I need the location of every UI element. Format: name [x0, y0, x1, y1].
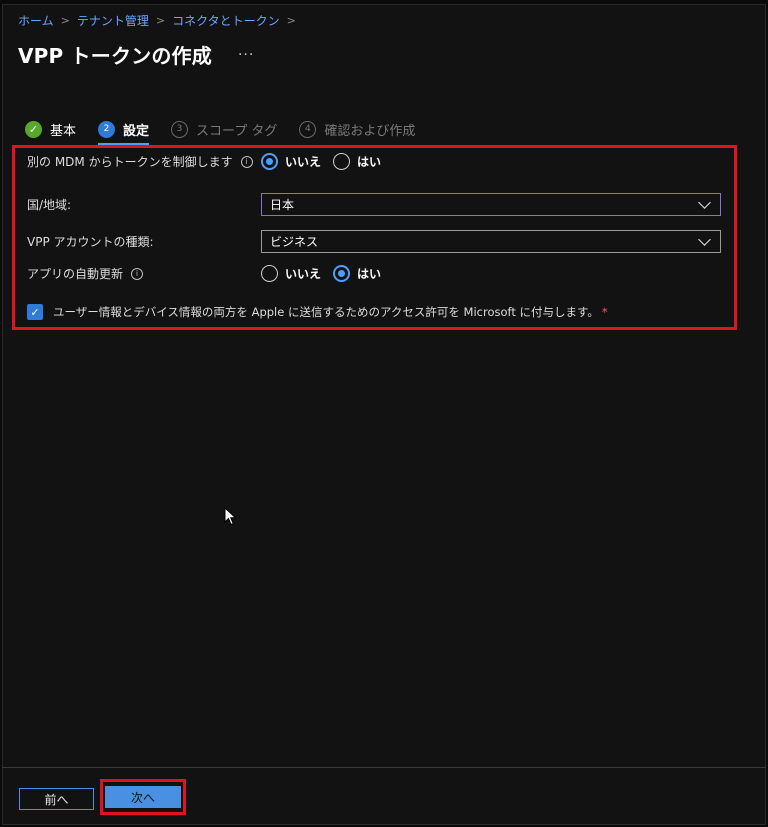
info-icon[interactable]: i	[131, 267, 144, 280]
country-dropdown[interactable]: 日本	[261, 193, 721, 216]
account-type-dropdown[interactable]: ビジネス	[261, 230, 721, 253]
account-type-row: VPP アカウントの種類: ビジネス	[27, 230, 727, 253]
country-row: 国/地域: 日本	[27, 193, 727, 216]
country-value: 日本	[270, 198, 295, 212]
breadcrumb-connectors-tokens[interactable]: コネクタとトークン	[172, 12, 280, 29]
tab-settings[interactable]: 2 設定	[98, 116, 150, 145]
tab-review-create[interactable]: 4 確認および作成	[299, 116, 415, 142]
tab-basics[interactable]: ✓ 基本	[25, 116, 76, 142]
mdm-control-no-radio[interactable]: いいえ	[261, 153, 321, 170]
step-number-icon: 4	[299, 120, 317, 138]
chevron-down-icon	[698, 232, 711, 246]
account-type-label: VPP アカウントの種類:	[27, 235, 154, 249]
consent-checkbox[interactable]: ✓	[27, 304, 43, 320]
radio-selected-icon	[333, 265, 351, 282]
mouse-cursor-icon	[224, 507, 237, 526]
breadcrumb-separator: >	[155, 14, 166, 27]
tab-label: 基本	[50, 123, 77, 139]
mdm-control-radio-group: いいえ はい	[261, 153, 393, 170]
wizard-tabs: ✓ 基本 2 設定 3 スコープ タグ 4 確認および作成	[25, 116, 437, 145]
tab-scope-tags[interactable]: 3 スコープ タグ	[171, 116, 277, 142]
radio-label: いいえ	[285, 155, 322, 169]
previous-button[interactable]: 前へ	[19, 788, 94, 810]
auto-update-yes-radio[interactable]: はい	[333, 265, 381, 282]
breadcrumb-separator: >	[286, 14, 296, 27]
step-number-icon: 3	[171, 120, 189, 138]
mdm-control-yes-radio[interactable]: はい	[333, 153, 381, 170]
footer-divider	[2, 767, 766, 768]
breadcrumb-tenant-admin[interactable]: テナント管理	[77, 12, 149, 29]
required-mark: *	[601, 305, 608, 319]
auto-update-label: アプリの自動更新	[27, 267, 124, 281]
radio-label: はい	[357, 155, 382, 169]
title-row: VPP トークンの作成 ···	[18, 40, 254, 69]
radio-unselected-icon	[261, 265, 278, 282]
next-highlight-box	[100, 779, 186, 815]
radio-unselected-icon	[333, 153, 351, 170]
consent-label: ユーザー情報とデバイス情報の両方を Apple に送信するためのアクセス許可を …	[53, 305, 599, 319]
breadcrumb-separator: >	[60, 14, 70, 27]
auto-update-radio-group: いいえ はい	[261, 265, 393, 282]
more-options-button[interactable]: ···	[238, 47, 254, 63]
breadcrumb: ホーム > テナント管理 > コネクタとトークン >	[18, 12, 303, 29]
chevron-down-icon	[698, 195, 711, 209]
page-title: VPP トークンの作成	[18, 44, 212, 68]
mdm-control-label: 別の MDM からトークンを制御します	[27, 155, 233, 169]
mdm-control-row: 別の MDM からトークンを制御します i いいえ はい	[27, 153, 727, 170]
tab-label: 設定	[123, 123, 150, 139]
step-number-icon: 2	[98, 120, 116, 138]
breadcrumb-home[interactable]: ホーム	[18, 12, 54, 29]
auto-update-no-radio[interactable]: いいえ	[261, 265, 321, 282]
tab-label: スコープ タグ	[196, 123, 278, 139]
consent-row: ✓ ユーザー情報とデバイス情報の両方を Apple に送信するためのアクセス許可…	[27, 304, 608, 320]
info-icon[interactable]: i	[240, 155, 253, 168]
account-type-value: ビジネス	[270, 235, 319, 249]
radio-selected-icon	[261, 153, 278, 170]
radio-label: はい	[357, 267, 382, 281]
tab-label: 確認および作成	[324, 123, 416, 139]
auto-update-row: アプリの自動更新 i いいえ はい	[27, 265, 727, 282]
country-label: 国/地域:	[27, 198, 72, 212]
checkmark-icon: ✓	[25, 120, 42, 138]
radio-label: いいえ	[285, 267, 322, 281]
